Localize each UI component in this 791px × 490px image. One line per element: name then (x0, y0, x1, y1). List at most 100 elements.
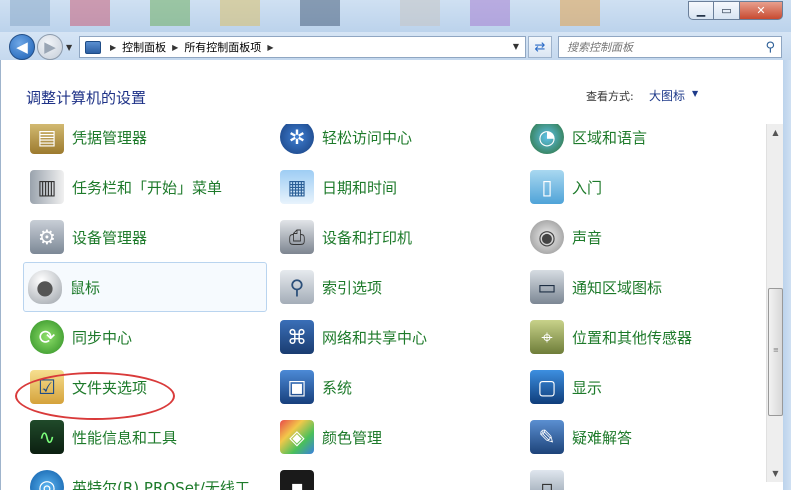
taskbar-icon: ▥ (30, 170, 64, 204)
item-intel-wireless[interactable]: ◎ 英特尔(R) PROSet/无线工 (25, 464, 275, 490)
item-label: 网络和共享中心 (322, 328, 428, 347)
display-icon: ▢ (530, 370, 564, 404)
item-label: 系统 (322, 378, 353, 397)
item-notification-area-icons[interactable]: ▭ 通知区域图标 (525, 264, 767, 310)
minimize-button[interactable]: ▁ (688, 1, 714, 20)
sensor-icon: ⌖ (530, 320, 564, 354)
item-display[interactable]: ▢ 显示 (525, 364, 767, 410)
taskbar-thumbnail-decoration (70, 0, 110, 26)
forward-arrow-icon: ▶ (44, 38, 56, 56)
back-arrow-icon: ◀ (16, 38, 28, 56)
item-label: 索引选项 (322, 278, 383, 297)
window-controls: ▁ ▭ ✕ (688, 1, 783, 20)
item-indexing-options[interactable]: ⚲ 索引选项 (275, 264, 517, 310)
taskbar-thumbnail-decoration (220, 0, 260, 26)
taskbar-thumbnail-decoration (560, 0, 600, 26)
item-sound[interactable]: ◉ 声音 (525, 214, 767, 260)
forward-button[interactable]: ▶ (37, 34, 63, 60)
terminal-icon: ▪ (280, 470, 314, 490)
taskbar-thumbnail-decoration (400, 0, 440, 26)
globe-clock-icon: ◔ (530, 124, 564, 154)
window-frame-edge (783, 60, 791, 490)
address-bar[interactable]: ▶ 控制面板 ▶ 所有控制面板项 ▶ ▼ (79, 36, 526, 58)
item-label: 入门 (572, 178, 603, 197)
content-header: 调整计算机的设置 查看方式: 大图标 ▼ (0, 60, 791, 124)
taskbar-thumbnail-decoration (470, 0, 510, 26)
breadcrumb-chevron-icon[interactable]: ▶ (267, 43, 273, 52)
item-label: 轻松访问中心 (322, 128, 413, 147)
item-label: 性能信息和工具 (72, 428, 178, 447)
item-sync-center[interactable]: ⟳ 同步中心 (25, 314, 267, 360)
item-label: 凭据管理器 (72, 128, 148, 147)
taskbar-thumbnail-decoration (150, 0, 190, 26)
view-by-dropdown[interactable]: 大图标 (649, 87, 685, 104)
breadcrumb-chevron-icon[interactable]: ▶ (110, 43, 116, 52)
calendar-clock-icon: ▦ (280, 170, 314, 204)
search-icon[interactable]: ⚲ (765, 40, 775, 55)
close-button[interactable]: ✕ (740, 1, 783, 20)
breadcrumb-control-panel[interactable]: 控制面板 (122, 39, 166, 55)
breadcrumb-all-items[interactable]: 所有控制面板项 (184, 39, 261, 55)
item-color-management[interactable]: ◈ 颜色管理 (275, 414, 517, 460)
maximize-button[interactable]: ▭ (714, 1, 740, 20)
sync-icon: ⟳ (30, 320, 64, 354)
ease-of-access-icon: ✲ (280, 124, 314, 154)
item-taskbar-start-menu[interactable]: ▥ 任务栏和「开始」菜单 (25, 164, 267, 210)
item-devices-printers[interactable]: ⎙ 设备和打印机 (275, 214, 517, 260)
printer-icon: ⎙ (280, 220, 314, 254)
scroll-up-icon[interactable]: ▲ (767, 124, 784, 141)
item-troubleshooting[interactable]: ✎ 疑难解答 (525, 414, 767, 460)
item-label: 设备和打印机 (322, 228, 413, 247)
address-dropdown-icon[interactable]: ▼ (513, 42, 519, 51)
item-location-sensors[interactable]: ⌖ 位置和其他传感器 (525, 314, 767, 360)
item-label: 显示 (572, 378, 603, 397)
magnifier-icon: ⚲ (280, 270, 314, 304)
item-label: 声音 (572, 228, 603, 247)
search-box[interactable]: ⚲ (558, 36, 782, 58)
credential-vault-icon: ▤ (30, 124, 64, 154)
page-title: 调整计算机的设置 (26, 89, 147, 107)
item-label: 颜色管理 (322, 428, 383, 447)
item-label: 同步中心 (72, 328, 133, 347)
item-system[interactable]: ▣ 系统 (275, 364, 517, 410)
item-mouse[interactable]: ● 鼠标 (23, 262, 267, 312)
color-management-icon: ◈ (280, 420, 314, 454)
scrollbar-thumb[interactable]: ≡ (768, 288, 783, 416)
recent-pages-dropdown-icon[interactable]: ▼ (66, 43, 72, 52)
taskbar-thumbnail-decoration (10, 0, 50, 26)
item-partial[interactable]: ▪ (275, 464, 517, 490)
item-date-time[interactable]: ▦ 日期和时间 (275, 164, 517, 210)
item-network-sharing[interactable]: ⌘ 网络和共享中心 (275, 314, 517, 360)
item-label: 通知区域图标 (572, 278, 663, 297)
vertical-scrollbar[interactable]: ▲ ≡ ▼ (766, 124, 783, 482)
scroll-down-icon[interactable]: ▼ (767, 465, 784, 482)
item-credential-manager[interactable]: ▤ 凭据管理器 (25, 124, 267, 160)
troubleshooting-icon: ✎ (530, 420, 564, 454)
item-label: 区域和语言 (572, 128, 648, 147)
navigation-bar: ◀ ▶ ▼ ▶ 控制面板 ▶ 所有控制面板项 ▶ ▼ ⇄ ⚲ (0, 32, 791, 60)
item-ease-of-access[interactable]: ✲ 轻松访问中心 (275, 124, 517, 160)
notification-area-icon: ▭ (530, 270, 564, 304)
search-input[interactable] (567, 40, 762, 54)
item-partial[interactable]: ▫ (525, 464, 767, 490)
item-label: 设备管理器 (72, 228, 148, 247)
network-icon: ⌘ (280, 320, 314, 354)
control-panel-items: ▤ 凭据管理器 ✲ 轻松访问中心 ◔ 区域和语言 ▥ 任务栏和「开始」菜单 ▦ … (0, 124, 791, 490)
title-bar: ▁ ▭ ✕ (0, 0, 791, 32)
item-performance[interactable]: ∿ 性能信息和工具 (25, 414, 267, 460)
refresh-icon: ⇄ (534, 39, 546, 55)
back-button[interactable]: ◀ (9, 34, 35, 60)
item-device-manager[interactable]: ⚙ 设备管理器 (25, 214, 267, 260)
speaker-icon: ◉ (530, 220, 564, 254)
taskbar-thumbnail-decoration (300, 0, 340, 26)
item-label: 疑难解答 (572, 428, 633, 447)
item-getting-started[interactable]: ▯ 入门 (525, 164, 767, 210)
refresh-button[interactable]: ⇄ (528, 36, 552, 58)
performance-icon: ∿ (30, 420, 64, 454)
getting-started-icon: ▯ (530, 170, 564, 204)
item-region-language[interactable]: ◔ 区域和语言 (525, 124, 767, 160)
device-manager-icon: ⚙ (30, 220, 64, 254)
window-icon: ▫ (530, 470, 564, 490)
chevron-down-icon[interactable]: ▼ (692, 89, 698, 98)
breadcrumb-chevron-icon[interactable]: ▶ (172, 43, 178, 52)
